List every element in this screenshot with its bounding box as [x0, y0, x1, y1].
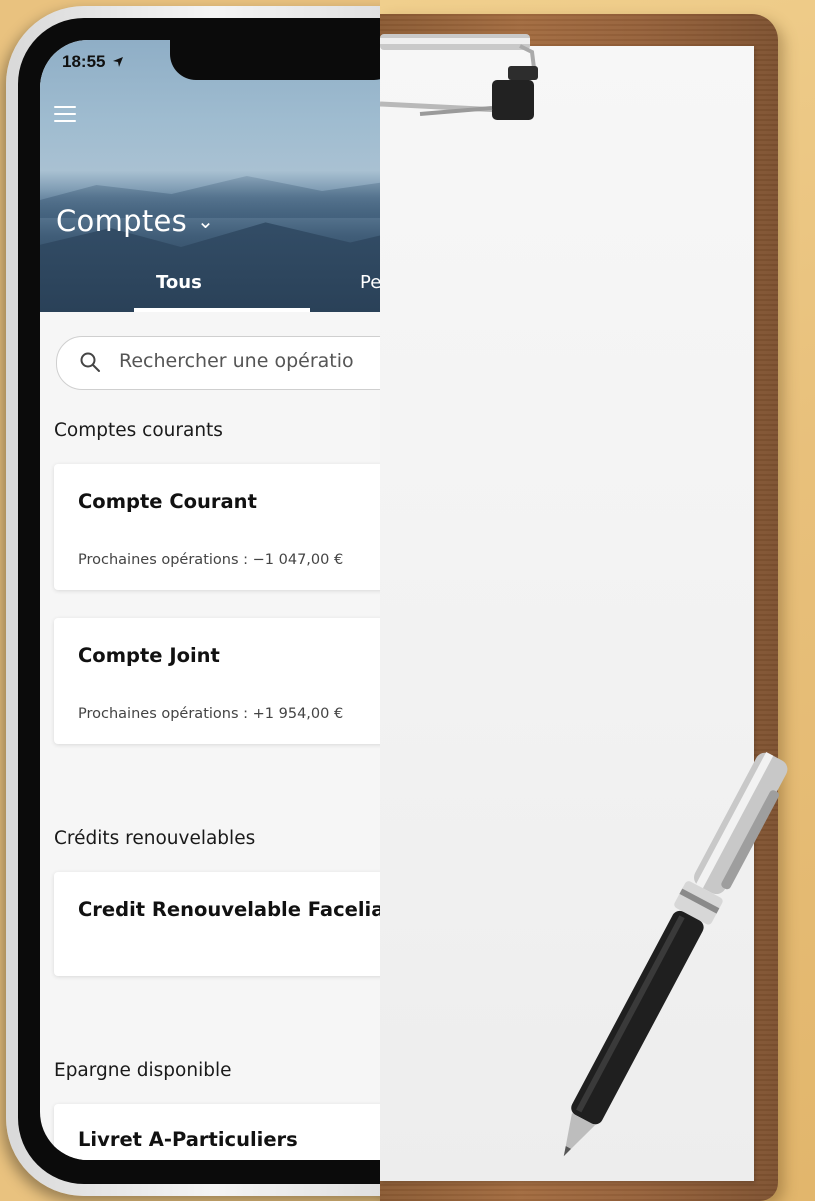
section-available-savings: Epargne disponible	[54, 1060, 232, 1081]
app-screen: 18:55 Comptes ⌄ Tous Pe Rechercher une o…	[40, 40, 380, 1160]
status-time: 18:55	[62, 52, 124, 72]
account-name: Livret A-Particuliers	[78, 1128, 298, 1151]
upcoming-operations: Prochaines opérations : +1 954,00 €	[78, 706, 344, 722]
hamburger-menu-icon[interactable]	[54, 106, 76, 124]
section-current-accounts: Comptes courants	[54, 420, 223, 441]
account-tabs: Tous Pe	[40, 270, 380, 312]
account-name: Compte Courant	[78, 490, 257, 513]
upcoming-operations: Prochaines opérations : −1 047,00 €	[78, 552, 344, 568]
status-bar: 18:55	[40, 40, 380, 100]
chevron-down-icon: ⌄	[197, 209, 215, 233]
active-tab-indicator	[134, 308, 310, 312]
account-name: Compte Joint	[78, 644, 220, 667]
accounts-dropdown[interactable]: Comptes ⌄	[56, 204, 214, 238]
tab-personal[interactable]: Pe	[360, 272, 380, 293]
clipboard-clip-icon	[380, 34, 538, 120]
search-icon	[80, 352, 100, 372]
tab-tous[interactable]: Tous	[156, 272, 202, 293]
account-card-compte-joint[interactable]: Compte Joint Prochaines opérations : +1 …	[54, 618, 380, 744]
account-name: Credit Renouvelable Facelia	[78, 898, 380, 921]
ballpoint-pen-icon	[563, 751, 788, 1157]
phone-notch	[170, 40, 380, 80]
page-title: Comptes	[56, 204, 188, 238]
account-card-livret-a[interactable]: Livret A-Particuliers	[54, 1104, 380, 1160]
phone-mockup: 18:55 Comptes ⌄ Tous Pe Rechercher une o…	[0, 0, 380, 1201]
search-input[interactable]: Rechercher une opératio	[56, 336, 380, 390]
location-arrow-icon	[113, 57, 124, 67]
account-card-credit-facelia[interactable]: Credit Renouvelable Facelia	[54, 872, 380, 976]
search-placeholder: Rechercher une opératio	[119, 350, 354, 372]
section-revolving-credits: Crédits renouvelables	[54, 828, 256, 849]
account-card-compte-courant[interactable]: Compte Courant Prochaines opérations : −…	[54, 464, 380, 590]
